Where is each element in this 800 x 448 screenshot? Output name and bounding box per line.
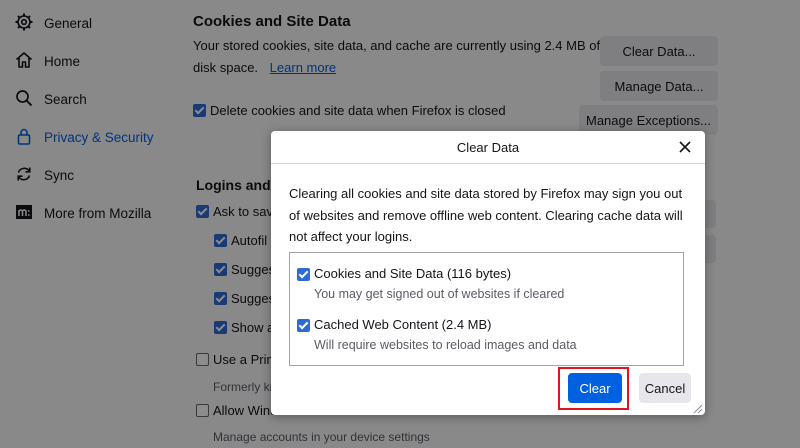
cached-web-content-checkbox[interactable]: [297, 319, 310, 332]
data-options-list: Cookies and Site Data (116 bytes) You ma…: [289, 252, 684, 366]
dialog-title: Clear Data: [456, 139, 520, 155]
cookies-site-data-subtext: You may get signed out of websites if cl…: [314, 287, 565, 301]
cached-web-content-label: Cached Web Content (2.4 MB): [314, 317, 492, 332]
cached-web-content-subtext: Will require websites to reload images a…: [314, 338, 577, 352]
cancel-button[interactable]: Cancel: [639, 373, 691, 403]
resize-grip-icon[interactable]: [692, 402, 703, 414]
dialog-description: Clearing all cookies and site data store…: [289, 186, 683, 244]
close-icon[interactable]: [677, 139, 693, 155]
cookies-site-data-label: Cookies and Site Data (116 bytes): [314, 266, 512, 281]
clear-button-highlight: [558, 367, 629, 410]
dialog-divider: [271, 163, 705, 164]
clear-data-dialog: Clear Data Clearing all cookies and site…: [271, 131, 705, 415]
cookies-site-data-checkbox[interactable]: [297, 268, 310, 281]
